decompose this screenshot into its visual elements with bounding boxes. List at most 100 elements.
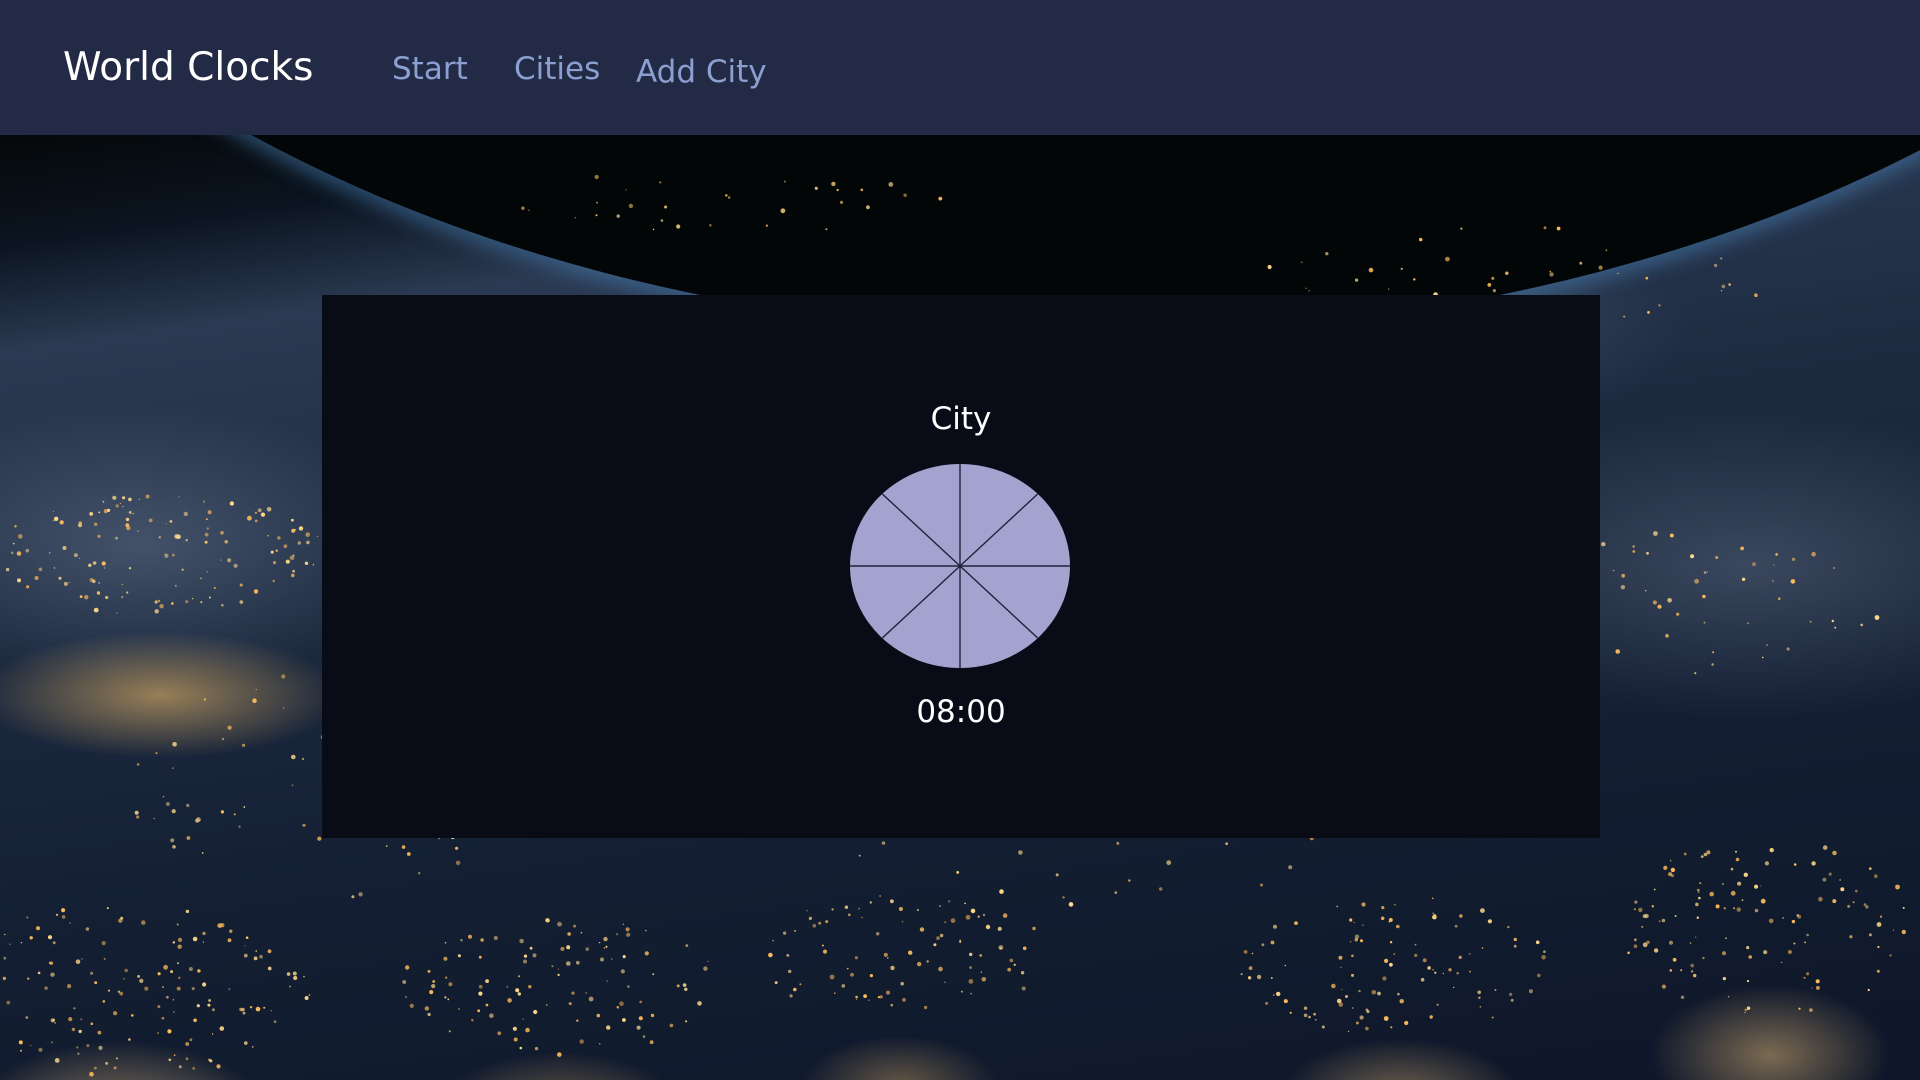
city-light-dot (1371, 990, 1377, 995)
city-light-dot (1491, 276, 1495, 280)
city-light-dot (1422, 958, 1427, 963)
nav-link-add-city[interactable]: Add City (636, 53, 767, 91)
city-light-dot (660, 219, 664, 222)
city-light-dot (829, 974, 835, 980)
city-light-dot (316, 535, 319, 538)
city-light-dot (1365, 1008, 1369, 1012)
nav-link-cities[interactable]: Cities (514, 50, 600, 88)
city-light-dot (260, 513, 263, 516)
city-light-dot (772, 939, 774, 942)
city-light-dot (1768, 918, 1774, 924)
city-light-dot (1840, 887, 1845, 892)
city-light-dot (128, 511, 132, 514)
city-light-dot (1822, 877, 1827, 882)
city-light-dot (1733, 907, 1736, 910)
city-light-dot (547, 919, 550, 922)
city-light-dot (254, 511, 258, 514)
city-light-dot (1715, 904, 1720, 909)
city-light-dot (970, 908, 976, 914)
city-light-dot (1251, 952, 1254, 955)
city-light-dot (1811, 987, 1813, 989)
city-light-dot (1479, 1006, 1482, 1008)
city-light-dot (1505, 271, 1509, 275)
city-light-dot (34, 576, 39, 580)
city-light-dot (1642, 942, 1648, 948)
city-light-dot (1696, 916, 1700, 919)
nav-link-start[interactable]: Start (392, 50, 468, 88)
city-light-dot (780, 208, 786, 214)
city-light-dot (1543, 226, 1547, 230)
city-light-dot (1338, 955, 1343, 960)
city-light-dot (1849, 935, 1853, 939)
city-light-dot (124, 968, 128, 973)
city-light-dot (1273, 924, 1277, 929)
city-light-dot (50, 972, 55, 977)
city-light-dot (1445, 256, 1450, 262)
city-light-dot (20, 942, 23, 944)
city-light-dot (1703, 852, 1708, 857)
city-light-dot (61, 908, 66, 913)
city-light-dot (2, 976, 7, 981)
city-light-dot (115, 1057, 118, 1060)
city-light-dot (489, 1013, 494, 1018)
city-light-dot (890, 899, 894, 904)
brand-title[interactable]: World Clocks (63, 44, 313, 92)
city-light-dot (652, 973, 655, 976)
city-light-dot (1895, 884, 1900, 890)
city-light-dot (627, 985, 630, 988)
city-light-dot (834, 992, 836, 994)
city-light-dot (497, 1031, 502, 1036)
city-light-dot (44, 986, 48, 990)
city-light-dot (1727, 995, 1730, 998)
city-light-dot (1669, 533, 1674, 538)
city-light-dot (257, 508, 262, 513)
city-light-dot (938, 966, 943, 972)
city-light-dot (162, 986, 164, 988)
city-light-dot (513, 1037, 518, 1042)
city-light-dot (251, 1046, 254, 1048)
city-light-dot (185, 909, 190, 914)
city-light-dot (727, 196, 731, 199)
city-light-dot (1433, 914, 1437, 918)
city-light-dot (1432, 968, 1434, 971)
city-light-dot (923, 1005, 928, 1010)
city-light-dot (58, 576, 62, 580)
city-light-dot (86, 1044, 90, 1048)
city-light-dot (289, 985, 291, 988)
city-light-dot (576, 960, 580, 965)
city-light-dot (122, 505, 124, 508)
city-light-dot (1349, 940, 1352, 943)
city-light-dot (193, 1018, 197, 1023)
city-light-dot (113, 1011, 118, 1016)
city-light-dot (1377, 991, 1381, 996)
city-light-dot (1491, 1016, 1494, 1019)
city-light-dot (1427, 966, 1431, 970)
city-light-dot (1284, 964, 1287, 967)
city-light-dot (1772, 580, 1774, 582)
city-light-dot (220, 559, 222, 561)
clock-dial-icon (850, 464, 1070, 668)
city-light-dot (1775, 553, 1778, 556)
city-light-dot (1720, 290, 1723, 292)
city-light-dot (409, 1003, 414, 1009)
city-light-dot (167, 1029, 172, 1034)
city-light-dot (1340, 966, 1342, 969)
city-light-dot (61, 915, 66, 919)
city-light-dot (1453, 986, 1455, 989)
city-light-dot (460, 939, 463, 942)
city-light-dot (638, 1016, 643, 1021)
city-light-dot (81, 958, 83, 960)
city-light-dot (788, 969, 792, 974)
city-light-dot (178, 976, 181, 979)
city-light-dot (239, 600, 244, 604)
city-light-dot (132, 513, 134, 515)
city-light-dot (507, 998, 512, 1003)
city-light-dot (304, 561, 309, 565)
city-light-dot (207, 510, 212, 515)
city-light-dot (73, 1007, 76, 1010)
city-light-dot (697, 1001, 702, 1006)
city-light-dot (964, 902, 966, 905)
city-light-dot (1353, 921, 1355, 924)
city-light-dot (283, 544, 288, 548)
city-light-dot (1413, 278, 1416, 281)
